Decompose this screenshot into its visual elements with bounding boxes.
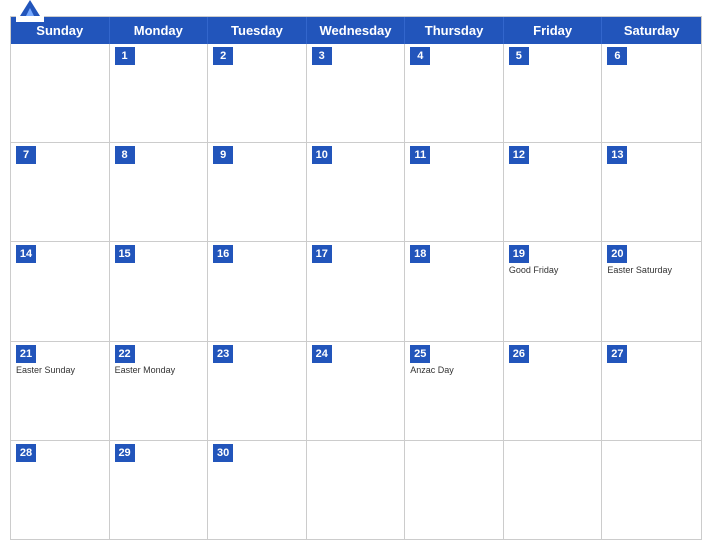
week-row-1: 1 2 3 4 5 6: [11, 44, 701, 142]
calendar-grid: SundayMondayTuesdayWednesdayThursdayFrid…: [10, 16, 702, 540]
calendar-body: 12345678910111213141516171819Good Friday…: [11, 44, 701, 539]
day-cell: 3: [307, 44, 406, 142]
calendar-page: SundayMondayTuesdayWednesdayThursdayFrid…: [0, 0, 712, 550]
day-cell: 20 Easter Saturday: [602, 242, 701, 340]
day-cell: 1: [110, 44, 209, 142]
day-cell: 14: [11, 242, 110, 340]
day-number: 29: [115, 444, 135, 462]
logo: [16, 0, 48, 22]
day-number: 24: [312, 345, 332, 363]
day-cell: 13: [602, 143, 701, 241]
day-number: 5: [509, 47, 529, 65]
day-number: 30: [213, 444, 233, 462]
week-row-3: 14 15 16 17 18 19 Good Friday 20 Easter Saturday: [11, 241, 701, 340]
day-cell: 17: [307, 242, 406, 340]
day-number: 27: [607, 345, 627, 363]
day-cell: 29: [110, 441, 209, 539]
day-number: 3: [312, 47, 332, 65]
day-number: 17: [312, 245, 332, 263]
day-number: 22: [115, 345, 135, 363]
day-header-saturday: Saturday: [602, 17, 701, 44]
event-label: Easter Monday: [115, 365, 203, 377]
day-number: 19: [509, 245, 529, 263]
event-label: Anzac Day: [410, 365, 498, 377]
day-cell: 22 Easter Monday: [110, 342, 209, 440]
day-number: 10: [312, 146, 332, 164]
day-number: 8: [115, 146, 135, 164]
day-cell: 19 Good Friday: [504, 242, 603, 340]
week-row-5: 28 29 30: [11, 440, 701, 539]
day-number: 12: [509, 146, 529, 164]
day-cell: 7: [11, 143, 110, 241]
logo-icon: [16, 0, 44, 22]
day-cell: [11, 44, 110, 142]
day-number: 1: [115, 47, 135, 65]
day-number: 7: [16, 146, 36, 164]
day-cell: 6: [602, 44, 701, 142]
day-cell: 24: [307, 342, 406, 440]
day-number: 18: [410, 245, 430, 263]
day-number: 23: [213, 345, 233, 363]
event-label: Easter Sunday: [16, 365, 104, 377]
day-number: 26: [509, 345, 529, 363]
day-header-monday: Monday: [110, 17, 209, 44]
day-number: 28: [16, 444, 36, 462]
day-cell: 28: [11, 441, 110, 539]
day-cell: 16: [208, 242, 307, 340]
day-number: 14: [16, 245, 36, 263]
day-cell: 2: [208, 44, 307, 142]
day-cell: 5: [504, 44, 603, 142]
day-number: 6: [607, 47, 627, 65]
day-cell: 8: [110, 143, 209, 241]
day-cell: [602, 441, 701, 539]
day-cell: 9: [208, 143, 307, 241]
day-cell: 27: [602, 342, 701, 440]
day-header-tuesday: Tuesday: [208, 17, 307, 44]
day-number: 20: [607, 245, 627, 263]
day-number: 15: [115, 245, 135, 263]
day-number: 2: [213, 47, 233, 65]
day-header-thursday: Thursday: [405, 17, 504, 44]
day-cell: 11: [405, 143, 504, 241]
week-row-4: 21 Easter Sunday 22 Easter Monday 23 24 25 Anza…: [11, 341, 701, 440]
day-header-friday: Friday: [504, 17, 603, 44]
day-cell: 12: [504, 143, 603, 241]
day-cell: 30: [208, 441, 307, 539]
day-number: 9: [213, 146, 233, 164]
day-cell: 26: [504, 342, 603, 440]
day-number: 25: [410, 345, 430, 363]
day-number: 4: [410, 47, 430, 65]
calendar-header: [0, 0, 712, 16]
day-header-wednesday: Wednesday: [307, 17, 406, 44]
day-number: 11: [410, 146, 430, 164]
event-label: Easter Saturday: [607, 265, 696, 277]
day-cell: 10: [307, 143, 406, 241]
day-cell: 25 Anzac Day: [405, 342, 504, 440]
event-label: Good Friday: [509, 265, 597, 277]
day-cell: 18: [405, 242, 504, 340]
day-cell: [307, 441, 406, 539]
day-cell: [504, 441, 603, 539]
day-cell: 23: [208, 342, 307, 440]
day-headers-row: SundayMondayTuesdayWednesdayThursdayFrid…: [11, 17, 701, 44]
week-row-2: 7 8 9 10 11 12 13: [11, 142, 701, 241]
day-cell: 21 Easter Sunday: [11, 342, 110, 440]
day-cell: [405, 441, 504, 539]
day-number: 13: [607, 146, 627, 164]
day-number: 16: [213, 245, 233, 263]
day-cell: 4: [405, 44, 504, 142]
day-number: 21: [16, 345, 36, 363]
day-cell: 15: [110, 242, 209, 340]
